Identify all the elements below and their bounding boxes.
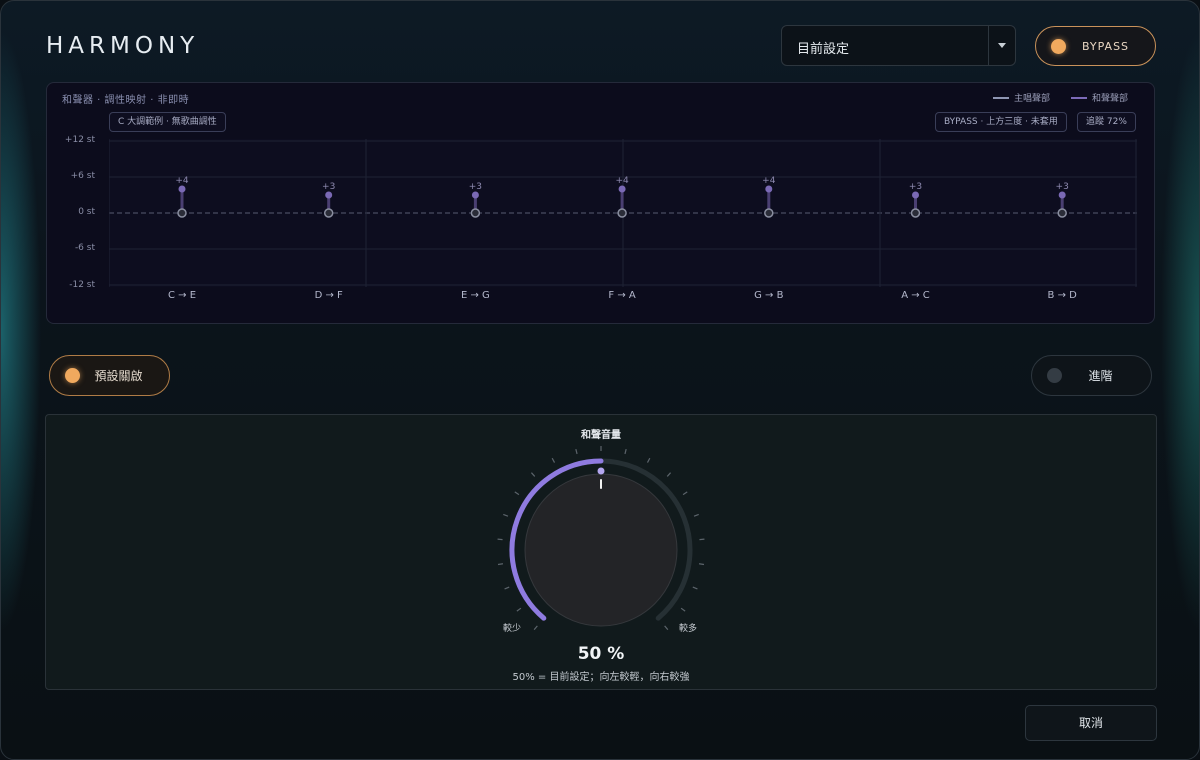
harmony-volume-knob[interactable] (491, 440, 711, 630)
legend-harmony-swatch (1071, 96, 1087, 99)
advanced-toggle[interactable]: 進階 (1031, 355, 1152, 396)
knob-tick (664, 625, 669, 630)
preset-dropdown[interactable]: 目前設定 (781, 25, 1016, 66)
knob-tick (504, 586, 510, 590)
legend-lead-swatch (993, 96, 1009, 99)
data-label: +3 (1056, 182, 1069, 192)
cancel-button[interactable]: 取消 (1025, 705, 1157, 741)
bypass-status-tag: BYPASS · 上方三度 · 未套用 (935, 112, 1067, 132)
knob-tick (575, 448, 578, 455)
app-title: HARMONY (46, 33, 200, 59)
x-tick-label: C → E (167, 290, 197, 301)
tracking-tag: 追蹤 72% (1077, 112, 1136, 132)
knob-hint: 50% = 目前設定；向左較輕，向右較強 (512, 672, 690, 683)
y-tick-label: 0 st (78, 207, 95, 217)
knob-value-readout: 50 % (577, 644, 625, 664)
knob-tick (682, 491, 688, 496)
knob-tick (497, 563, 504, 566)
bypass-toggle[interactable]: BYPASS (1035, 26, 1156, 66)
knob-body (524, 473, 678, 627)
lead-point (764, 208, 774, 218)
knob-max-label: 較多 (679, 624, 698, 634)
lead-point (910, 208, 921, 218)
x-tick-label: G → B (754, 290, 784, 301)
knob-tick (666, 472, 672, 477)
knob-tick (533, 625, 538, 630)
knob-tick (497, 538, 503, 541)
plot-svg: +4 +3 +3 +4 +4 +3 +3 (109, 139, 1137, 287)
knob-tick (680, 607, 686, 612)
chevron-down-icon[interactable] (988, 26, 1015, 65)
plugin-window: HARMONY 目前設定 BYPASS 和聲器 · 調性映射 · 非即時 主唱聲… (0, 0, 1200, 760)
preset-dropdown-value: 目前設定 (797, 42, 850, 57)
knob-tick (503, 513, 509, 517)
harmony-point (1058, 191, 1066, 199)
lead-point (617, 208, 627, 218)
knob-tick (530, 472, 536, 477)
graph-header: 和聲器 · 調性映射 · 非即時 (62, 95, 190, 106)
knob-tick (516, 607, 522, 612)
knob-tick (514, 491, 520, 496)
x-tick-label: D → F (314, 290, 343, 301)
knob-tick (692, 586, 698, 590)
lead-point (1057, 208, 1067, 218)
bypass-led-icon (1051, 38, 1066, 54)
harmony-point (471, 191, 479, 199)
knob-tick (693, 513, 699, 517)
legend-harmony-label: 和聲聲部 (1092, 94, 1129, 104)
knob-tick (646, 457, 651, 463)
plot-area: +4 +3 +3 +4 +4 +3 +3 (109, 139, 1137, 287)
advanced-led-icon (1047, 368, 1062, 383)
legend-lead-label: 主唱聲部 (1014, 94, 1051, 104)
knob-tick (698, 563, 705, 566)
x-tick-label: B → D (1047, 290, 1077, 301)
y-tick-label: -6 st (74, 243, 95, 253)
x-tick-label: E → G (460, 290, 490, 301)
harmony-point (765, 185, 773, 193)
data-label: +4 (762, 176, 776, 186)
harmony-point (325, 191, 333, 199)
lead-point (177, 208, 187, 218)
x-tick-label: F → A (608, 290, 636, 301)
y-tick-label: +12 st (64, 135, 95, 145)
advanced-label: 進階 (1088, 369, 1113, 383)
harmony-point (178, 185, 186, 193)
defaults-label: 預設關啟 (94, 369, 143, 383)
knob-min-label: 較少 (503, 624, 522, 634)
data-label: +3 (909, 182, 922, 192)
defaults-led-icon (65, 368, 80, 383)
lead-point (323, 208, 334, 218)
harmony-point (912, 191, 919, 199)
key-tag: C 大調範例 · 無歌曲調性 (109, 112, 226, 132)
knob-tick (699, 538, 705, 541)
data-label: +3 (322, 182, 335, 192)
data-label: +3 (469, 182, 482, 192)
lead-point (470, 208, 481, 218)
data-label: +4 (175, 176, 189, 186)
bypass-label: BYPASS (1081, 39, 1130, 53)
data-label: +4 (615, 176, 629, 186)
x-tick-label: A → C (901, 290, 930, 301)
harmony-volume-panel: 和聲音量 較少 較多 50 % 50% = 目前設定；向左較輕，向右較強 (45, 414, 1157, 690)
knob-tick (624, 448, 627, 455)
knob-tick (551, 457, 556, 463)
pitch-map-graph: 和聲器 · 調性映射 · 非即時 主唱聲部 和聲聲部 C 大調範例 · 無歌曲調… (46, 82, 1155, 324)
legend-lead: 主唱聲部 (993, 91, 1050, 104)
y-tick-label: +6 st (70, 171, 95, 181)
y-tick-label: -12 st (69, 280, 95, 290)
legend-harmony: 和聲聲部 (1071, 91, 1128, 104)
knob-title: 和聲音量 (581, 430, 621, 441)
harmony-point (618, 185, 626, 193)
knob-indicator-dot (597, 467, 605, 475)
defaults-toggle[interactable]: 預設關啟 (49, 355, 170, 396)
